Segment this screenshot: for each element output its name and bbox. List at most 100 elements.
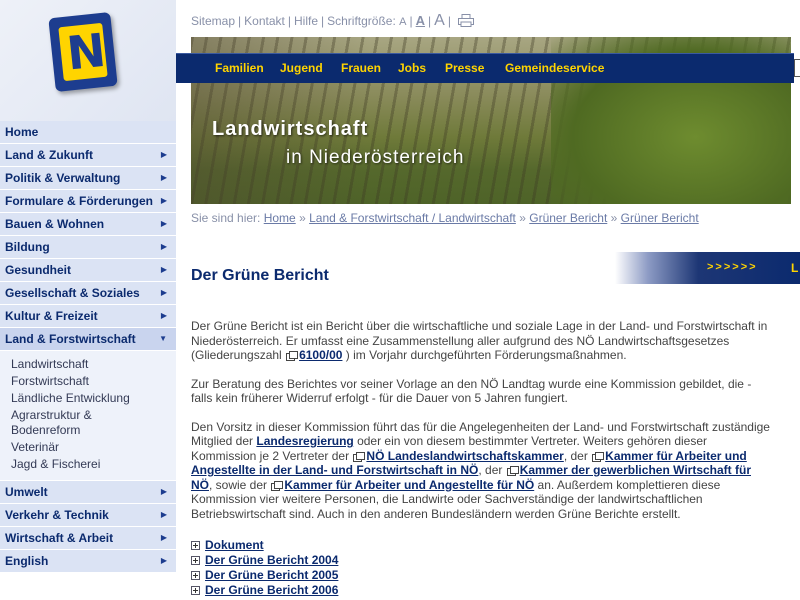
nav-label: Formulare & Förderungen (5, 194, 154, 208)
banner-subtitle: in Niederösterreich (286, 147, 465, 168)
nav-item-bildung[interactable]: Bildung ▶ (0, 236, 176, 258)
breadcrumb-separator: » (299, 211, 306, 225)
breadcrumb-current[interactable]: Grüner Bericht (621, 211, 699, 225)
nav-item-wirtschaft[interactable]: Wirtschaft & Arbeit ▶ (0, 527, 176, 549)
nav-item-bauen[interactable]: Bauen & Wohnen ▶ (0, 213, 176, 235)
list-item: Dokument (191, 538, 338, 553)
sitemap-link[interactable]: Sitemap (191, 14, 235, 28)
nav-item-kultur[interactable]: Kultur & Freizeit ▶ (0, 305, 176, 327)
link-landesregierung[interactable]: Landesregierung (256, 434, 353, 448)
right-teaser-box[interactable]: >>>>>> L (615, 252, 800, 284)
nav-label: Wirtschaft & Arbeit (5, 531, 114, 545)
fontsize-small-button[interactable]: A (399, 16, 406, 28)
top-links: Sitemap | Kontakt | Hilfe | Schriftgröße: A | A |… (191, 12, 474, 30)
fontsize-label: Schriftgröße: (327, 14, 396, 28)
top-tab-bar: Familien Jugend Frauen Jobs Presse Gemei… (176, 53, 794, 83)
text: , der (478, 463, 503, 477)
nav-item-verkehr[interactable]: Verkehr & Technik ▶ (0, 504, 176, 526)
link-bericht-2006[interactable]: Der Grüne Bericht 2006 (205, 583, 338, 597)
paragraph-kommission: Zur Beratung des Berichtes vor seiner Vo… (191, 376, 752, 406)
text: ) im Vorjahr durchgeführten Förderungsma… (345, 348, 627, 362)
page-title: Der Grüne Bericht (191, 267, 329, 284)
nav-label: Land & Forstwirtschaft (5, 332, 136, 346)
subnav-item-landwirtschaft[interactable]: Landwirtschaft (0, 357, 176, 372)
nav-label: Politik & Verwaltung (5, 171, 121, 185)
teaser-arrows: >>>>>> (707, 261, 758, 273)
document-links: Dokument Der Grüne Bericht 2004 Der Grün… (191, 538, 338, 598)
external-link-icon (271, 480, 284, 491)
chevron-right-icon: ▶ (160, 150, 167, 159)
main-navigation: Home Land & Zukunft ▶ Politik & Verwaltun… (0, 121, 176, 573)
expand-plus-icon[interactable] (191, 556, 200, 565)
chevron-right-icon: ▶ (160, 288, 167, 297)
breadcrumb-land-forstwirtschaft[interactable]: Land & Forstwirtschaft / Landwirtschaft (309, 211, 516, 225)
expand-plus-icon[interactable] (191, 586, 200, 595)
logo-letter: N (64, 22, 109, 81)
link-bericht-2005[interactable]: Der Grüne Bericht 2005 (205, 568, 338, 582)
nav-item-gesundheit[interactable]: Gesundheit ▶ (0, 259, 176, 281)
tab-frauen[interactable]: Frauen (341, 54, 381, 83)
subnav-item-bodenreform[interactable]: Bodenreform (0, 423, 176, 438)
nav-item-umwelt[interactable]: Umwelt ▶ (0, 481, 176, 503)
subnav-item-veterinaer[interactable]: Veterinär (0, 440, 176, 455)
tab-jobs[interactable]: Jobs (398, 54, 426, 83)
nav-label: Gesundheit (5, 263, 72, 277)
list-item: Der Grüne Bericht 2004 (191, 553, 338, 568)
noe-logo[interactable]: N (48, 11, 118, 93)
subnav-item-laendliche-entwicklung[interactable]: Ländliche Entwicklung (0, 391, 176, 406)
breadcrumb-separator: » (610, 211, 618, 225)
breadcrumb-home[interactable]: Home (264, 211, 296, 225)
tab-jugend[interactable]: Jugend (280, 54, 323, 83)
nav-item-home[interactable]: Home (0, 121, 176, 143)
chevron-down-icon: ▼ (159, 334, 167, 343)
tab-presse[interactable]: Presse (445, 54, 484, 83)
link-landeslandwirtschaftskammer[interactable]: NÖ Landeslandwirtschaftskammer (366, 449, 563, 463)
link-6100-00[interactable]: 6100/00 (299, 348, 342, 362)
nav-item-land-forstwirtschaft[interactable]: Land & Forstwirtschaft ▼ (0, 328, 176, 350)
link-bericht-2004[interactable]: Der Grüne Bericht 2004 (205, 553, 338, 567)
logo-area: N (0, 0, 176, 121)
expand-plus-icon[interactable] (191, 571, 200, 580)
external-link-icon (286, 351, 299, 361)
subnav-item-jagd[interactable]: Jagd & Fischerei (0, 457, 176, 472)
external-link-icon (592, 451, 605, 462)
chevron-right-icon: ▶ (160, 196, 167, 205)
fontsize-medium-button[interactable]: A (416, 13, 425, 28)
teaser-label: L (791, 261, 799, 275)
nav-item-land-zukunft[interactable]: Land & Zukunft ▶ (0, 144, 176, 166)
expand-plus-icon[interactable] (191, 541, 200, 550)
nav-label: English (5, 554, 49, 568)
logo-inner: N (58, 22, 109, 82)
nav-label: Verkehr & Technik (5, 508, 109, 522)
nav-item-formulare[interactable]: Formulare & Förderungen ▶ (0, 190, 176, 212)
subnav: Landwirtschaft Forstwirtschaft Ländliche… (0, 351, 176, 480)
external-link-icon (506, 466, 519, 476)
subnav-item-agrarstruktur[interactable]: Agrarstruktur & (0, 408, 176, 423)
tab-familien[interactable]: Familien (215, 54, 264, 83)
subnav-item-forstwirtschaft[interactable]: Forstwirtschaft (0, 374, 176, 389)
chevron-right-icon: ▶ (160, 533, 167, 542)
external-link-icon (353, 451, 366, 462)
nav-item-english[interactable]: English ▶ (0, 550, 176, 572)
hilfe-link[interactable]: Hilfe (294, 14, 318, 28)
text: , der (563, 448, 588, 463)
paragraph-intro: Der Grüne Bericht ist ein Bericht über d… (191, 319, 773, 363)
fontsize-large-button[interactable]: A (434, 12, 445, 29)
breadcrumb-prefix: Sie sind hier: (191, 211, 261, 225)
nav-label: Gesellschaft & Soziales (5, 286, 140, 300)
tab-gemeindeservice[interactable]: Gemeindeservice (505, 54, 604, 83)
nav-item-politik[interactable]: Politik & Verwaltung ▶ (0, 167, 176, 189)
chevron-right-icon: ▶ (160, 556, 167, 565)
left-column: N Home Land & Zukunft ▶ Politik & Verwalt… (0, 0, 176, 600)
chevron-right-icon: ▶ (160, 510, 167, 519)
breadcrumb: Sie sind hier: Home » Land & Forstwirtsc… (191, 211, 699, 225)
chevron-right-icon: ▶ (160, 219, 167, 228)
link-dokument[interactable]: Dokument (205, 538, 264, 552)
breadcrumb-gruener-bericht[interactable]: Grüner Bericht (529, 211, 607, 225)
nav-item-gesellschaft[interactable]: Gesellschaft & Soziales ▶ (0, 282, 176, 304)
chevron-right-icon: ▶ (160, 242, 167, 251)
chevron-right-icon: ▶ (160, 173, 167, 182)
print-icon[interactable] (457, 13, 474, 30)
kontakt-link[interactable]: Kontakt (244, 14, 285, 28)
link-kammer-arbeiter-noe[interactable]: Kammer für Arbeiter und Angestellte für … (284, 478, 534, 492)
